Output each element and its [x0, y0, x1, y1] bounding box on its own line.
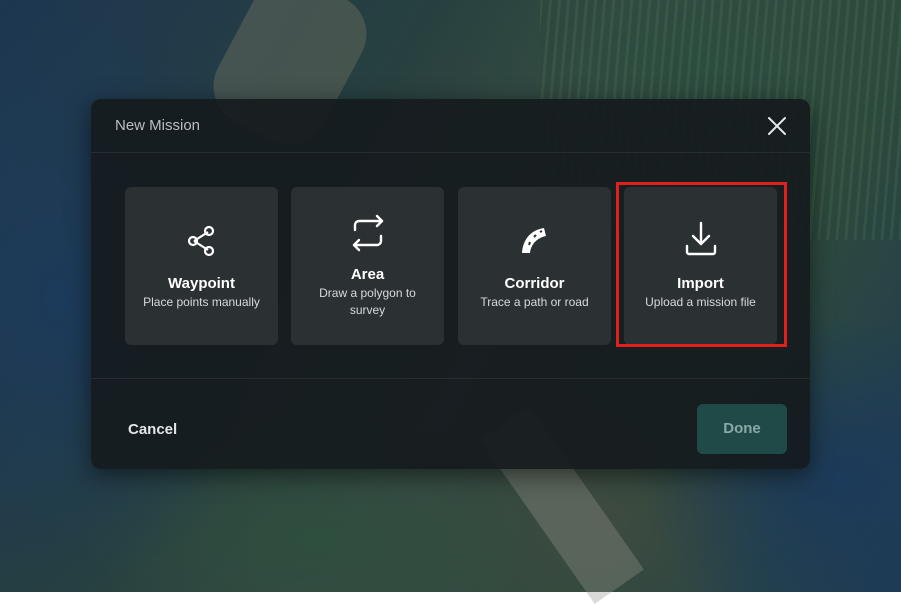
- option-label: Corridor: [504, 275, 565, 292]
- option-description: Place points manually: [143, 295, 260, 309]
- option-label: Import: [677, 275, 724, 292]
- option-description: Trace a path or road: [480, 295, 589, 309]
- download-icon: [679, 217, 723, 261]
- dialog-title: New Mission: [115, 117, 201, 134]
- option-label: Waypoint: [168, 275, 235, 292]
- arrows-exchange-icon: [346, 211, 390, 255]
- share-nodes-icon: [180, 219, 224, 263]
- new-mission-dialog: New Mission Waypoint Place points manual…: [91, 99, 810, 469]
- close-icon: [768, 117, 786, 135]
- done-button[interactable]: Done: [697, 404, 787, 454]
- dialog-header: New Mission: [91, 99, 810, 153]
- option-description: Upload a mission file: [645, 295, 756, 309]
- cancel-button[interactable]: Cancel: [128, 421, 177, 438]
- option-label: Area: [350, 266, 385, 283]
- option-area[interactable]: Area Draw a polygon to survey: [291, 187, 444, 345]
- option-import[interactable]: Import Upload a mission file: [624, 187, 777, 345]
- option-waypoint[interactable]: Waypoint Place points manually: [125, 187, 278, 345]
- option-corridor[interactable]: Corridor Trace a path or road: [458, 187, 611, 345]
- mission-type-options: Waypoint Place points manually Area Draw…: [125, 187, 785, 345]
- close-button[interactable]: [764, 113, 790, 139]
- dialog-footer: Cancel Done: [91, 378, 810, 470]
- option-description: Draw a polygon to survey: [319, 286, 416, 317]
- road-curve-icon: [513, 219, 557, 263]
